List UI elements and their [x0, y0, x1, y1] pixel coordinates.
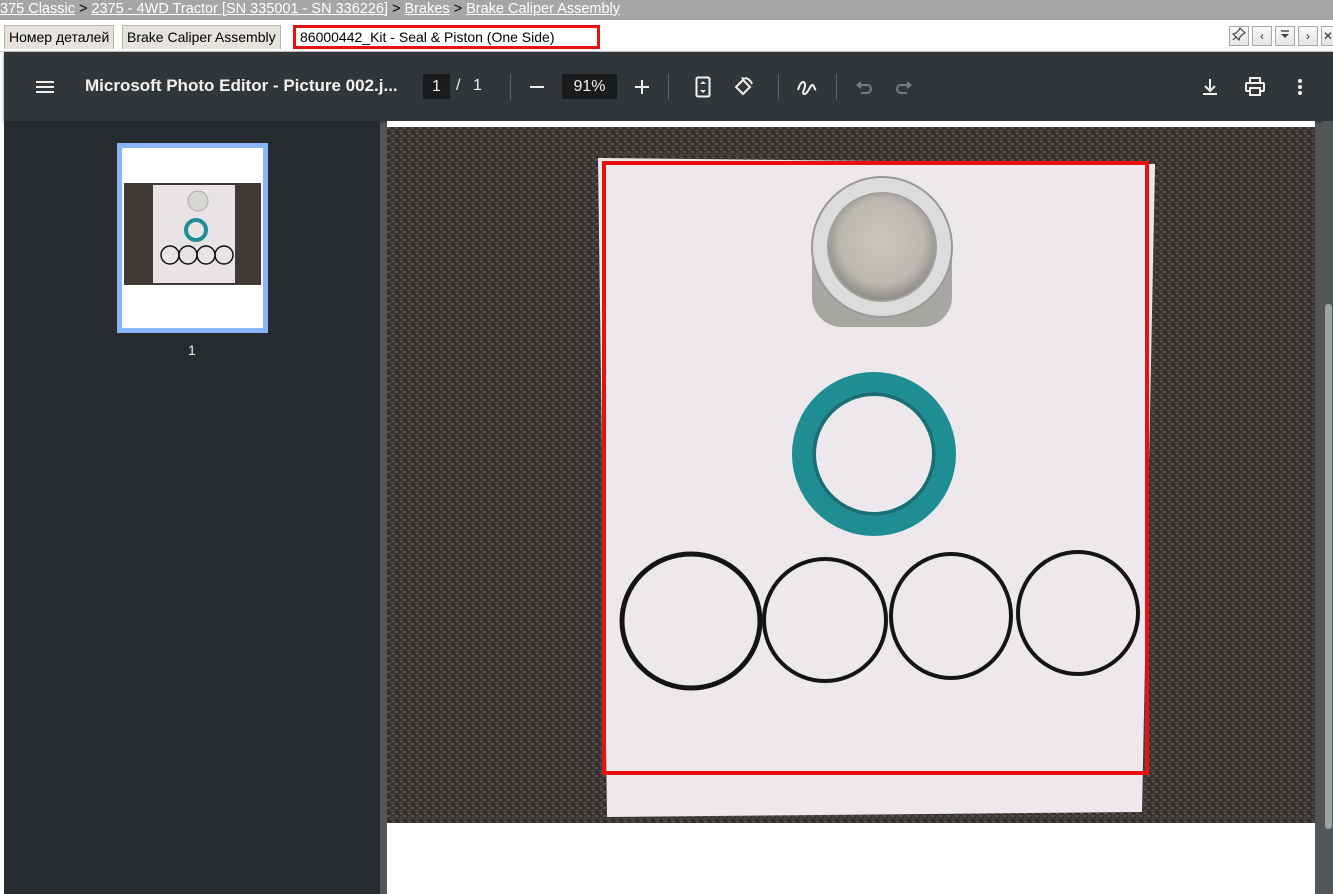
tab-list-dropdown-icon[interactable]: [1275, 26, 1295, 46]
viewer-toolbar: Microsoft Photo Editor - Picture 002.j..…: [4, 52, 1333, 121]
main-scrollbar-thumb[interactable]: [1325, 304, 1332, 829]
rotate-icon[interactable]: [730, 74, 756, 100]
page-thumbnail[interactable]: [117, 143, 268, 333]
hamburger-icon[interactable]: [32, 74, 58, 100]
close-icon[interactable]: ✕: [1321, 26, 1333, 46]
fit-page-icon[interactable]: [690, 74, 716, 100]
main-scrollbar[interactable]: [1323, 121, 1333, 894]
document-photo: [387, 127, 1315, 823]
download-icon[interactable]: [1197, 74, 1223, 100]
toolbar-divider: [836, 74, 837, 100]
more-vert-icon[interactable]: [1287, 74, 1313, 100]
plus-icon[interactable]: [629, 74, 655, 100]
chevron-right-icon[interactable]: ›: [1298, 26, 1318, 46]
toolbar-divider: [778, 74, 779, 100]
thumbnail-page-number: 1: [188, 342, 196, 358]
thumbnail-image: [124, 183, 261, 285]
page-content: [387, 121, 1315, 894]
breadcrumb-separator: >: [453, 1, 463, 17]
minus-icon[interactable]: [524, 74, 550, 100]
tab-kit-seal-piston[interactable]: 86000442_Kit - Seal & Piston (One Side): [293, 25, 600, 49]
toolbar-divider: [510, 74, 511, 100]
pin-icon[interactable]: [1229, 26, 1249, 46]
tab-part-numbers[interactable]: Номер деталей: [4, 25, 115, 49]
tab-brake-caliper-assembly[interactable]: Brake Caliper Assembly: [122, 25, 281, 49]
zoom-input[interactable]: 91%: [562, 74, 617, 99]
breadcrumb-link-caliper[interactable]: Brake Caliper Assembly: [466, 1, 620, 17]
breadcrumb: 375 Classic >2375 - 4WD Tractor [SN 33500…: [0, 0, 1333, 20]
print-icon[interactable]: [1242, 74, 1268, 100]
document-title: Microsoft Photo Editor - Picture 002.j..…: [85, 76, 398, 95]
redo-icon[interactable]: [891, 74, 917, 100]
page-separator: /: [456, 77, 461, 94]
page-number-input[interactable]: 1: [423, 74, 450, 99]
breadcrumb-separator: >: [392, 1, 401, 17]
chevron-left-icon[interactable]: ‹: [1252, 26, 1272, 46]
page-total: 1: [473, 77, 482, 94]
toolbar-divider: [668, 74, 669, 100]
breadcrumb-separator: >: [78, 1, 88, 17]
thumbnail-sidebar: 1: [4, 121, 380, 894]
pen-icon[interactable]: [794, 74, 820, 100]
breadcrumb-link-tractor[interactable]: 2375 - 4WD Tractor [SN 335001 - SN 33622…: [91, 1, 388, 17]
breadcrumb-link-brakes[interactable]: Brakes: [405, 1, 450, 17]
undo-icon[interactable]: [851, 74, 877, 100]
breadcrumb-link-model[interactable]: 375 Classic: [0, 1, 75, 17]
tab-strip: Номер деталей Brake Caliper Assembly 860…: [0, 20, 1333, 52]
pdf-viewer: Microsoft Photo Editor - Picture 002.j..…: [4, 52, 1333, 894]
